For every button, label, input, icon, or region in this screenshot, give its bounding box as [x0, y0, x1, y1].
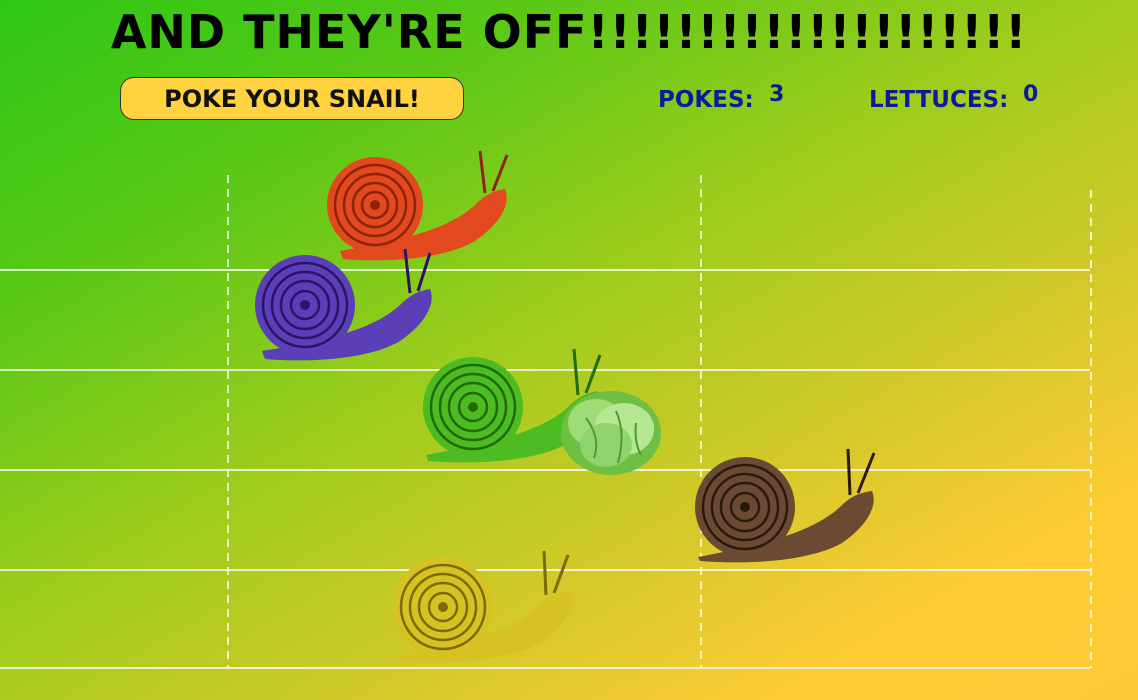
yellow-snail[interactable] [388, 547, 578, 665]
snail-icon [255, 248, 432, 361]
race-track-background: AND THEY'RE OFF!!!!!!!!!!!!!!!!!!!! POKE… [0, 0, 1138, 700]
snail-icon [695, 448, 876, 563]
purple-snail[interactable] [250, 243, 440, 363]
snail-icon [393, 550, 572, 663]
lettuce-icon[interactable] [556, 383, 666, 478]
brown-snail[interactable] [690, 445, 880, 565]
